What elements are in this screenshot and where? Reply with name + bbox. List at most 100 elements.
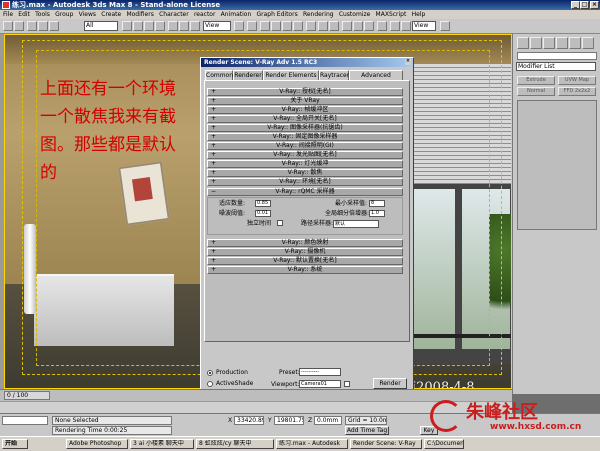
task-render-scene[interactable]: Render Scene: V-Ray bbox=[350, 439, 422, 449]
rollout-environment[interactable]: + V-Ray:: 环境[无名] bbox=[207, 178, 403, 186]
select-rotate-icon[interactable] bbox=[179, 21, 189, 31]
rollout-authorization[interactable]: + V-Ray:: 授权[无名] bbox=[207, 88, 403, 96]
align-icon[interactable] bbox=[329, 21, 339, 31]
tab-raytracer[interactable]: Raytracer bbox=[319, 70, 349, 80]
maxscript-listener-field[interactable] bbox=[2, 416, 48, 425]
schematic-view-icon[interactable] bbox=[364, 21, 374, 31]
modify-tab-icon[interactable] bbox=[530, 37, 542, 49]
selection-filter-select[interactable]: All bbox=[84, 21, 118, 31]
min-samples-spinner[interactable]: 8 bbox=[369, 200, 385, 207]
hierarchy-tab-icon[interactable] bbox=[543, 37, 555, 49]
tab-advanced-lighting[interactable]: Advanced Lighting bbox=[349, 70, 403, 88]
adaptive-amount-spinner[interactable]: 0.85 bbox=[255, 200, 271, 207]
menu-tools[interactable]: Tools bbox=[35, 10, 50, 19]
redo-icon[interactable] bbox=[14, 21, 24, 31]
menu-help[interactable]: Help bbox=[412, 10, 426, 19]
create-tab-icon[interactable] bbox=[517, 37, 529, 49]
global-subdivs-spinner[interactable]: 1.0 bbox=[369, 210, 385, 217]
close-button[interactable]: × bbox=[590, 1, 599, 9]
link-icon[interactable] bbox=[27, 21, 37, 31]
rollout-system[interactable]: + V-Ray:: 系统 bbox=[207, 266, 403, 274]
snaps-toggle-icon[interactable] bbox=[260, 21, 270, 31]
render-type-select[interactable]: View bbox=[412, 21, 436, 31]
rollout-irradiance-map[interactable]: + V-Ray:: 发光贴图[无名] bbox=[207, 151, 403, 159]
menu-maxscript[interactable]: MAXScript bbox=[376, 10, 407, 19]
add-time-tag-button[interactable]: Add Time Tag bbox=[345, 426, 389, 435]
minimize-button[interactable]: _ bbox=[571, 1, 580, 9]
time-independent-checkbox[interactable] bbox=[277, 220, 283, 226]
motion-tab-icon[interactable] bbox=[556, 37, 568, 49]
window-crossing-icon[interactable] bbox=[155, 21, 165, 31]
tab-renderer[interactable]: Renderer bbox=[233, 70, 263, 80]
rollout-caustics[interactable]: + V-Ray:: 散焦 bbox=[207, 169, 403, 177]
unlink-icon[interactable] bbox=[38, 21, 48, 31]
modifier-stack[interactable] bbox=[517, 100, 597, 230]
menu-edit[interactable]: Edit bbox=[18, 10, 30, 19]
rollout-image-sampler[interactable]: + V-Ray:: 图像采样器(抗锯齿) bbox=[207, 124, 403, 132]
rollout-color-mapping[interactable]: + V-Ray:: 颜色映射 bbox=[207, 239, 403, 247]
rollout-light-cache[interactable]: + V-Ray:: 灯光缓冲 bbox=[207, 160, 403, 168]
render-button[interactable]: Render bbox=[373, 378, 407, 389]
modifier-list-select[interactable]: Modifier List bbox=[516, 62, 596, 71]
z-coord-field[interactable]: 0.0mm bbox=[314, 416, 342, 425]
y-coord-field[interactable]: 19801.75 bbox=[274, 416, 304, 425]
maximize-button[interactable]: □ bbox=[580, 1, 589, 9]
activeshade-radio[interactable] bbox=[207, 381, 213, 387]
rollout-default-displacement[interactable]: + V-Ray:: 默认置换[无名] bbox=[207, 257, 403, 265]
select-scale-icon[interactable] bbox=[190, 21, 200, 31]
select-object-icon[interactable] bbox=[122, 21, 132, 31]
display-tab-icon[interactable] bbox=[569, 37, 581, 49]
uvw-map-button[interactable]: UVW Map bbox=[558, 76, 596, 85]
undo-icon[interactable] bbox=[3, 21, 13, 31]
time-slider-thumb[interactable]: 0 / 100 bbox=[4, 391, 50, 400]
rollout-frame-buffer[interactable]: + V-Ray:: 帧缓冲区 bbox=[207, 106, 403, 114]
rollout-global-switches[interactable]: + V-Ray:: 全局开关[无名] bbox=[207, 115, 403, 123]
bind-spacewarp-icon[interactable] bbox=[49, 21, 59, 31]
quick-render-icon[interactable] bbox=[401, 21, 411, 31]
angle-snap-icon[interactable] bbox=[271, 21, 281, 31]
menu-create[interactable]: Create bbox=[101, 10, 121, 19]
rect-selection-icon[interactable] bbox=[144, 21, 154, 31]
menu-reactor[interactable]: reactor bbox=[194, 10, 216, 19]
task-chat-1[interactable]: 3 ai 小楼素 聊天中 bbox=[130, 439, 194, 449]
preset-select[interactable]: ---------- bbox=[299, 368, 341, 376]
menu-customize[interactable]: Customize bbox=[339, 10, 371, 19]
spinner-snap-icon[interactable] bbox=[293, 21, 303, 31]
layer-manager-icon[interactable] bbox=[342, 21, 352, 31]
x-coord-field[interactable]: 33420.89 bbox=[234, 416, 264, 425]
select-move-icon[interactable] bbox=[168, 21, 178, 31]
render-last-icon[interactable] bbox=[440, 21, 450, 31]
ffd-button[interactable]: FFD 2x2x2 bbox=[558, 87, 596, 96]
menu-views[interactable]: Views bbox=[79, 10, 96, 19]
menu-file[interactable]: File bbox=[3, 10, 13, 19]
render-scene-icon[interactable] bbox=[390, 21, 400, 31]
rollout-rqmc-sampler[interactable]: − V-Ray:: rQMC 采样器 bbox=[207, 188, 403, 196]
object-name-field[interactable] bbox=[517, 52, 597, 60]
extrude-button[interactable]: Extrude bbox=[517, 76, 555, 85]
start-button[interactable]: 开始 bbox=[2, 439, 28, 449]
noise-threshold-spinner[interactable]: 0.01 bbox=[255, 210, 271, 217]
production-radio[interactable] bbox=[207, 370, 213, 376]
named-selection-icon[interactable] bbox=[306, 21, 316, 31]
tab-render-elements[interactable]: Render Elements bbox=[263, 70, 319, 80]
rollout-indirect-illumination[interactable]: + V-Ray:: 间接照明(GI) bbox=[207, 142, 403, 150]
rollout-fixed-sampler[interactable]: + V-Ray:: 固定图像采样器 bbox=[207, 133, 403, 141]
menu-group[interactable]: Group bbox=[55, 10, 73, 19]
viewport-select[interactable]: Camera01 bbox=[299, 380, 341, 388]
task-chat-2[interactable]: 8 虹炫炫/cy 聊天中 bbox=[196, 439, 274, 449]
select-by-name-icon[interactable] bbox=[133, 21, 143, 31]
menu-graph-editors[interactable]: Graph Editors bbox=[257, 10, 298, 19]
select-manipulate-icon[interactable] bbox=[247, 21, 257, 31]
rollout-camera[interactable]: + V-Ray:: 摄像机 bbox=[207, 248, 403, 256]
rollout-about-vray[interactable]: + 关于 VRay bbox=[207, 97, 403, 105]
dialog-close-icon[interactable]: × bbox=[405, 59, 411, 65]
material-editor-icon[interactable] bbox=[377, 21, 387, 31]
utilities-tab-icon[interactable] bbox=[582, 37, 594, 49]
tab-common[interactable]: Common bbox=[205, 70, 233, 80]
reference-coordinate-select[interactable]: View bbox=[203, 21, 231, 31]
menu-animation[interactable]: Animation bbox=[221, 10, 252, 19]
curve-editor-icon[interactable] bbox=[353, 21, 363, 31]
menu-modifiers[interactable]: Modifiers bbox=[126, 10, 153, 19]
task-explorer[interactable]: C:\Documents and bbox=[424, 439, 464, 449]
task-photoshop[interactable]: Adobe Photoshop bbox=[66, 439, 128, 449]
